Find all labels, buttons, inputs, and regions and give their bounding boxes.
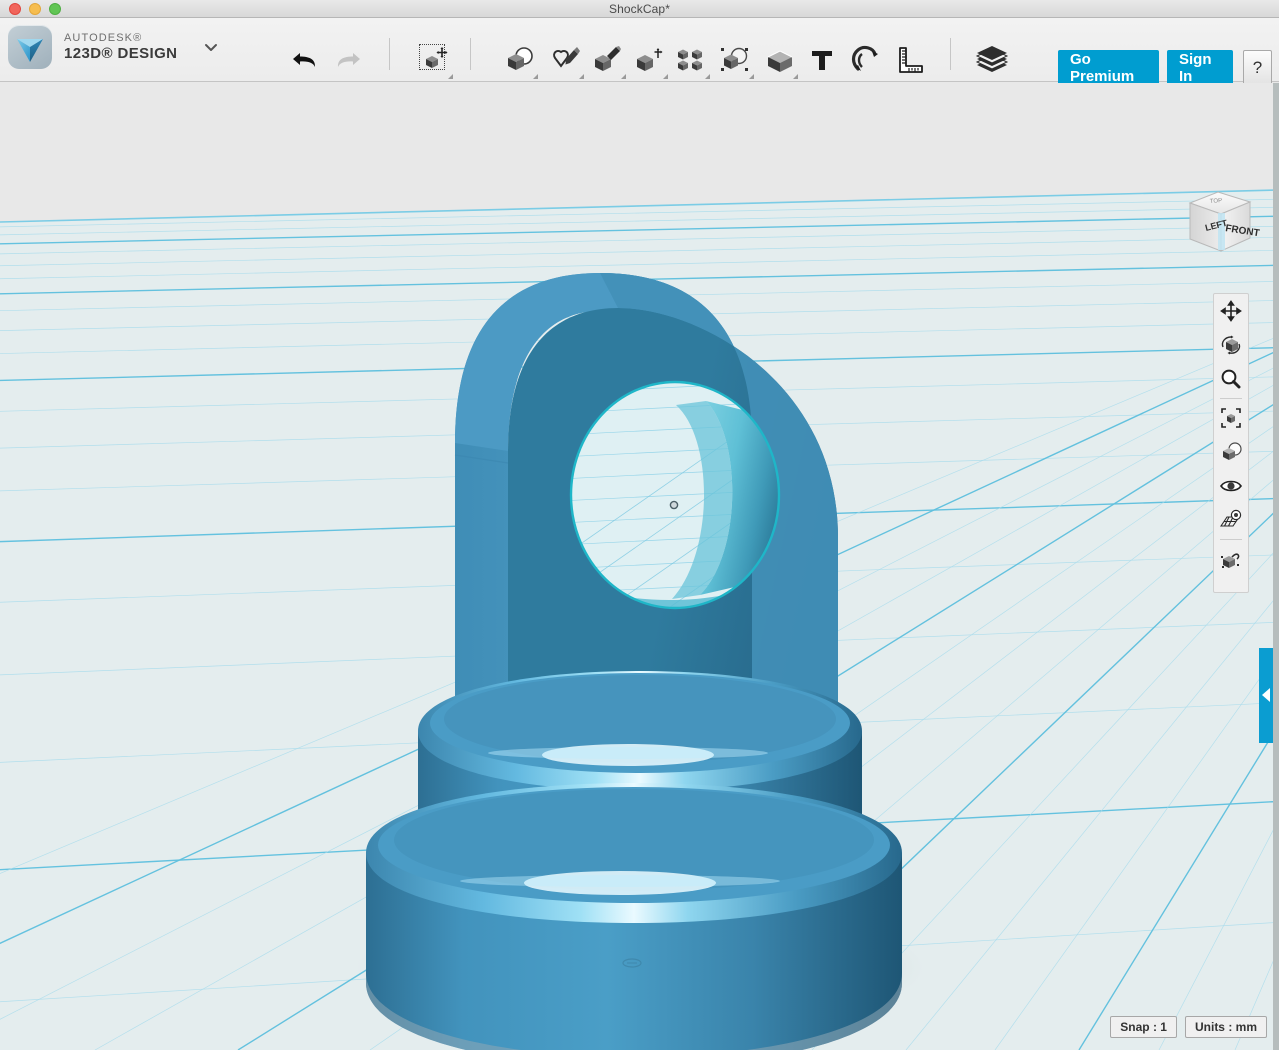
help-button[interactable]: ? (1243, 50, 1272, 86)
measure-tool[interactable] (889, 40, 929, 80)
window-title: ShockCap* (609, 1, 670, 16)
construct-tool[interactable] (588, 40, 628, 80)
shockcap-3d-model[interactable] (0, 83, 1279, 1050)
go-premium-button[interactable]: Go Premium (1058, 50, 1159, 86)
dropdown-indicator-icon (663, 74, 668, 79)
material-tool[interactable] (972, 40, 1012, 80)
pattern-tool[interactable] (672, 40, 712, 80)
sketch-tool[interactable] (546, 40, 586, 80)
measure-view-tool[interactable] (1214, 542, 1248, 576)
visibility-tool[interactable] (1214, 469, 1248, 503)
nav-divider (1220, 539, 1242, 540)
view-cube[interactable]: LEFT FRONT TOP (1178, 183, 1260, 261)
right-panel-toggle[interactable] (1259, 648, 1273, 743)
redo-button[interactable] (328, 40, 368, 80)
3d-viewport[interactable]: LEFT FRONT TOP Snap: 1 Units: mm (0, 83, 1279, 1050)
main-toolbar: AUTODESK® 123D® DESIGN Go Premium Sign I… (0, 18, 1279, 86)
window-titlebar: ShockCap* (0, 0, 1279, 18)
dropdown-indicator-icon (579, 74, 584, 79)
sign-in-button[interactable]: Sign In (1167, 50, 1233, 86)
undo-button[interactable] (285, 40, 325, 80)
zoom-tool[interactable] (1214, 362, 1248, 396)
dropdown-indicator-icon (749, 74, 754, 79)
transform-tool[interactable] (415, 40, 455, 80)
dropdown-indicator-icon (621, 74, 626, 79)
right-edge-scrollbar[interactable] (1273, 83, 1279, 1050)
dropdown-indicator-icon (705, 74, 710, 79)
toolbar-separator (470, 38, 471, 70)
brand-line-2: 123D® DESIGN (64, 44, 178, 62)
combine-tool[interactable] (760, 40, 800, 80)
toolbar-separator (389, 38, 390, 70)
app-window: ShockCap* AUTODESK® 123D® DESIGN Go Prem… (0, 0, 1279, 1050)
navigation-toolbar (1213, 293, 1249, 593)
text-tool[interactable] (802, 40, 842, 80)
chevron-down-icon[interactable] (203, 39, 219, 55)
dropdown-indicator-icon (533, 74, 538, 79)
brand-line-1: AUTODESK® (64, 32, 143, 45)
pan-tool[interactable] (1214, 294, 1248, 328)
modify-tool[interactable] (630, 40, 670, 80)
snap-tool[interactable] (845, 40, 885, 80)
selection-marquee-icon (419, 44, 445, 70)
status-bar: Snap : 1 Units : mm (1110, 1016, 1267, 1038)
brand-block: AUTODESK® 123D® DESIGN (8, 25, 219, 69)
toolbar-separator (950, 38, 951, 70)
grid-tool[interactable] (1214, 503, 1248, 537)
grouping-tool[interactable] (716, 40, 756, 80)
viewcube-top-label: TOP (1210, 198, 1223, 205)
brand-text: AUTODESK® 123D® DESIGN (64, 32, 177, 62)
autodesk-123d-logo (8, 25, 52, 69)
fit-view-tool[interactable] (1214, 401, 1248, 435)
display-tool[interactable] (1214, 435, 1248, 469)
snap-status[interactable]: Snap : 1 (1110, 1016, 1177, 1038)
dropdown-indicator-icon (448, 74, 453, 79)
orbit-tool[interactable] (1214, 328, 1248, 362)
nav-divider (1220, 398, 1242, 399)
units-status[interactable]: Units : mm (1184, 1016, 1267, 1038)
primitives-tool[interactable] (500, 40, 540, 80)
dropdown-indicator-icon (793, 74, 798, 79)
